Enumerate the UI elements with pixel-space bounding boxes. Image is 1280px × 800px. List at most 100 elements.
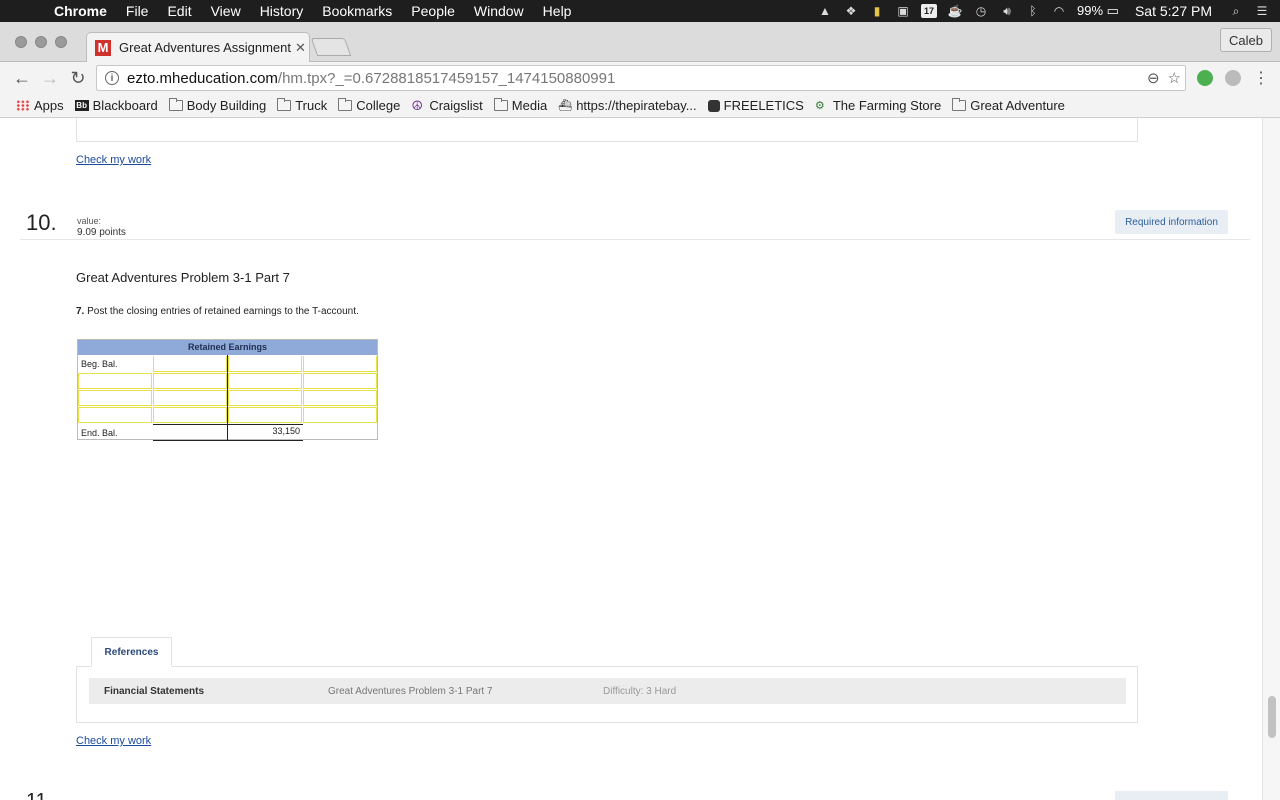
bookmark-star-icon[interactable]: ☆ [1168, 69, 1181, 87]
hangouts-extension-icon[interactable] [1197, 70, 1213, 86]
menu-edit[interactable]: Edit [167, 3, 191, 19]
references-tab[interactable]: References [91, 637, 172, 667]
notification-center-icon[interactable]: ☰ [1254, 4, 1270, 18]
reference-row: Financial Statements Great Adventures Pr… [89, 678, 1126, 704]
credit-description-input[interactable] [303, 356, 377, 372]
pirate-icon: ⛴ [558, 100, 573, 112]
clock[interactable]: Sat 5:27 PM [1135, 3, 1212, 19]
t-account-header: Retained Earnings [78, 340, 377, 355]
reference-difficulty: Difficulty: 3 Hard [603, 686, 677, 697]
bookmark-college[interactable]: College [338, 98, 400, 113]
back-arrow-icon[interactable]: ← [12, 68, 32, 88]
new-tab-button[interactable] [310, 38, 352, 56]
debit-description-input[interactable] [78, 373, 152, 389]
menu-people[interactable]: People [411, 3, 455, 19]
site-info-icon[interactable]: i [105, 71, 119, 85]
debit-amount-input[interactable] [153, 373, 227, 389]
google-drive-icon[interactable]: ▲ [817, 4, 833, 18]
debit-description-input[interactable] [78, 390, 152, 406]
bookmark-apps[interactable]: Apps [16, 98, 64, 113]
menu-app-name[interactable]: Chrome [54, 3, 107, 19]
end-bal-label: End. Bal. [81, 428, 118, 438]
calendar-icon[interactable]: 17 [921, 4, 937, 18]
bookmark-freeletics[interactable]: FREELETICS [707, 98, 804, 113]
retained-earnings-t-account: Retained Earnings Beg. Bal. End. Bal. 33… [77, 339, 378, 441]
tab-strip: M Great Adventures Assignment ✕ Caleb [0, 22, 1280, 62]
screen-capture-icon[interactable]: ▣ [895, 4, 911, 18]
t-account-total-line [153, 424, 303, 425]
previous-question-box [76, 118, 1138, 142]
bookmark-truck[interactable]: Truck [277, 98, 327, 113]
credit-description-input[interactable] [303, 373, 377, 389]
profile-button[interactable]: Caleb [1220, 28, 1272, 52]
close-window-button[interactable] [15, 36, 27, 48]
tab-great-adventures[interactable]: M Great Adventures Assignment ✕ [86, 32, 310, 62]
drive-extension-icon[interactable] [1225, 70, 1241, 86]
page-content: Check my work 10. value: 9.09 points Req… [0, 118, 1262, 800]
minimize-window-button[interactable] [35, 36, 47, 48]
question-points: 9.09 points [77, 227, 126, 238]
credit-amount-input[interactable] [228, 356, 302, 372]
zoom-icon[interactable]: ⊖ [1147, 69, 1160, 87]
credit-amount-input[interactable] [228, 390, 302, 406]
credit-description-input[interactable] [303, 407, 377, 423]
bookmark-media[interactable]: Media [493, 98, 547, 113]
debit-description-input[interactable] [78, 407, 152, 423]
close-tab-icon[interactable]: ✕ [295, 40, 306, 56]
menu-bookmarks[interactable]: Bookmarks [322, 3, 392, 19]
bookmarks-bar: Apps Bb Blackboard Body Building Truck Co… [0, 94, 1280, 118]
forward-arrow-icon[interactable]: → [40, 68, 60, 88]
mheducation-favicon-icon: M [95, 39, 111, 56]
bookmark-great-adventure[interactable]: Great Adventure [952, 98, 1065, 113]
credit-description-input[interactable] [303, 390, 377, 406]
instruction-text: 7. Post the closing entries of retained … [76, 306, 359, 317]
window-controls [15, 36, 67, 48]
question-number: 10. [26, 210, 57, 235]
menu-history[interactable]: History [260, 3, 304, 19]
reference-category: Financial Statements [104, 686, 205, 697]
required-information-button[interactable]: Required information [1115, 210, 1228, 234]
chrome-menu-icon[interactable]: ⋮ [1251, 68, 1271, 88]
battery-status[interactable]: 99% ▭ [1077, 3, 1119, 19]
check-my-work-link-bottom[interactable]: Check my work [76, 735, 151, 747]
debit-amount-input[interactable] [153, 407, 227, 423]
beg-bal-label: Beg. Bal. [81, 359, 118, 369]
check-my-work-link-top[interactable]: Check my work [76, 154, 151, 166]
battery-icon: ▭ [1106, 3, 1119, 18]
coffee-icon[interactable]: ☕ [947, 4, 963, 18]
reload-icon[interactable]: ↻ [68, 68, 88, 88]
debit-amount-input[interactable] [153, 356, 227, 372]
menu-window[interactable]: Window [474, 3, 524, 19]
freeletics-icon [707, 99, 720, 112]
scrollbar-thumb[interactable] [1268, 696, 1276, 738]
blackboard-icon: Bb [74, 100, 89, 111]
credit-amount-input[interactable] [228, 373, 302, 389]
wifi-icon[interactable]: ◠ [1051, 4, 1067, 18]
bookmark-body-building[interactable]: Body Building [168, 98, 266, 113]
reference-problem: Great Adventures Problem 3-1 Part 7 [328, 686, 493, 697]
question-value-label: value: [77, 216, 102, 226]
bookmark-blackboard[interactable]: Bb Blackboard [74, 98, 158, 113]
next-question-number: 11. [26, 790, 52, 800]
time-machine-icon[interactable]: ◷ [973, 4, 989, 18]
url-host: ezto.mheducation.com [127, 69, 278, 87]
bluetooth-icon[interactable]: ᛒ [1025, 4, 1041, 18]
zoom-window-button[interactable] [55, 36, 67, 48]
menu-help[interactable]: Help [543, 3, 572, 19]
t-account-double-line [153, 440, 303, 441]
credit-amount-input[interactable] [228, 407, 302, 423]
menu-view[interactable]: View [211, 3, 241, 19]
bookmark-farming-store[interactable]: ⚙ The Farming Store [815, 98, 941, 113]
address-bar[interactable]: i ezto.mheducation.com/hm.tpx?_=0.672881… [96, 65, 1186, 91]
volume-icon[interactable]: 🔊︎ [999, 4, 1015, 18]
menu-file[interactable]: File [126, 3, 149, 19]
next-required-information-button[interactable] [1115, 791, 1228, 800]
page-scrollbar[interactable] [1262, 118, 1280, 800]
mac-menu-bar: Chrome File Edit View History Bookmarks … [0, 0, 1280, 22]
debit-amount-input[interactable] [153, 390, 227, 406]
shield-icon[interactable]: ▮ [869, 4, 885, 18]
spotlight-search-icon[interactable]: ⌕ [1228, 4, 1244, 18]
bookmark-craigslist[interactable]: ☮ Craigslist [411, 98, 482, 114]
dropbox-icon[interactable]: ❖ [843, 4, 859, 18]
bookmark-piratebay[interactable]: ⛴ https://thepiratebay... [558, 98, 696, 113]
